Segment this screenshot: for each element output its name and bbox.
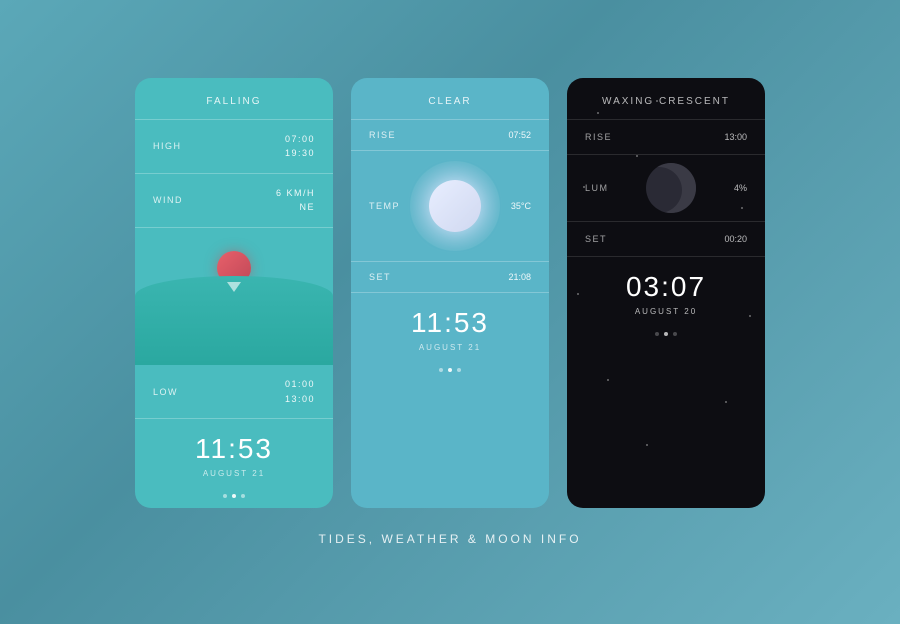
moon-header: WAXING CRESCENT (567, 78, 765, 120)
tides-wind-label: WIND (153, 195, 183, 205)
moon-lum-label: LUM (585, 183, 609, 193)
tides-dot-3[interactable] (241, 494, 245, 498)
weather-temp-value: 35°C (511, 201, 531, 211)
weather-dot-1[interactable] (439, 368, 443, 372)
moon-date: AUGUST 20 (577, 307, 755, 316)
weather-set-value: 21:08 (508, 272, 531, 282)
moon-set-row: SET 00:20 (567, 222, 765, 257)
weather-dot-3[interactable] (457, 368, 461, 372)
weather-time: 11:53 (361, 307, 539, 339)
star (607, 379, 609, 381)
moon-dot-1[interactable] (655, 332, 659, 336)
tides-wind-values: 6 KM/HNE (276, 186, 315, 215)
tides-high-label: HIGH (153, 141, 182, 151)
tides-dots (135, 494, 333, 508)
moon-rise-row: RISE 13:00 (567, 120, 765, 155)
tides-date: AUGUST 21 (145, 469, 323, 478)
weather-date: AUGUST 21 (361, 343, 539, 352)
tides-low-values: 01:0013:00 (285, 377, 315, 406)
moon-time-section: 03:07 AUGUST 20 (567, 257, 765, 332)
weather-rise-value: 07:52 (508, 130, 531, 140)
tides-low-row: LOW 01:0013:00 (135, 365, 333, 419)
moon-dot-3[interactable] (673, 332, 677, 336)
weather-sun-glow (410, 161, 500, 251)
tides-high-row: HIGH 07:0019:30 (135, 120, 333, 174)
tides-time-section: 11:53 AUGUST 21 (135, 419, 333, 494)
weather-temp-row: TEMP 35°C (351, 151, 549, 262)
moon-set-label: SET (585, 234, 607, 244)
tides-header: FALLING (135, 78, 333, 120)
moon-card: WAXING CRESCENT RISE 13:00 LUM 4% SET 00… (567, 78, 765, 508)
weather-temp-label: TEMP (369, 201, 400, 211)
weather-dot-2[interactable] (448, 368, 452, 372)
cards-container: FALLING HIGH 07:0019:30 WIND 6 KM/HNE LO… (135, 78, 765, 508)
weather-time-section: 11:53 AUGUST 21 (351, 293, 549, 368)
weather-sun (429, 180, 481, 232)
weather-card: CLEAR RISE 07:52 TEMP 35°C SET 21:08 11:… (351, 78, 549, 508)
tides-card: FALLING HIGH 07:0019:30 WIND 6 KM/HNE LO… (135, 78, 333, 508)
weather-set-row: SET 21:08 (351, 262, 549, 293)
moon-visual (609, 163, 734, 213)
moon-rise-value: 13:00 (724, 132, 747, 142)
star (725, 401, 727, 403)
page-title: TIDES, WEATHER & MOON INFO (318, 532, 581, 546)
moon-shape (646, 163, 696, 213)
weather-dots (351, 368, 549, 382)
weather-set-label: SET (369, 272, 391, 282)
moon-rise-label: RISE (585, 132, 612, 142)
tides-visual (135, 228, 333, 366)
tides-low-label: LOW (153, 387, 178, 397)
moon-set-value: 00:20 (724, 234, 747, 244)
moon-time: 03:07 (577, 271, 755, 303)
moon-dot-2[interactable] (664, 332, 668, 336)
tides-dot-1[interactable] (223, 494, 227, 498)
weather-visual (400, 161, 511, 251)
moon-dots (567, 332, 765, 346)
moon-lum-value: 4% (734, 183, 747, 193)
weather-rise-row: RISE 07:52 (351, 120, 549, 151)
tides-arrow (227, 282, 241, 292)
weather-rise-label: RISE (369, 130, 396, 140)
tides-dot-2[interactable] (232, 494, 236, 498)
weather-header: CLEAR (351, 78, 549, 120)
tides-time: 11:53 (145, 433, 323, 465)
moon-lum-row: LUM 4% (567, 155, 765, 222)
tides-high-values: 07:0019:30 (285, 132, 315, 161)
star (646, 444, 648, 446)
tides-wind-row: WIND 6 KM/HNE (135, 174, 333, 228)
